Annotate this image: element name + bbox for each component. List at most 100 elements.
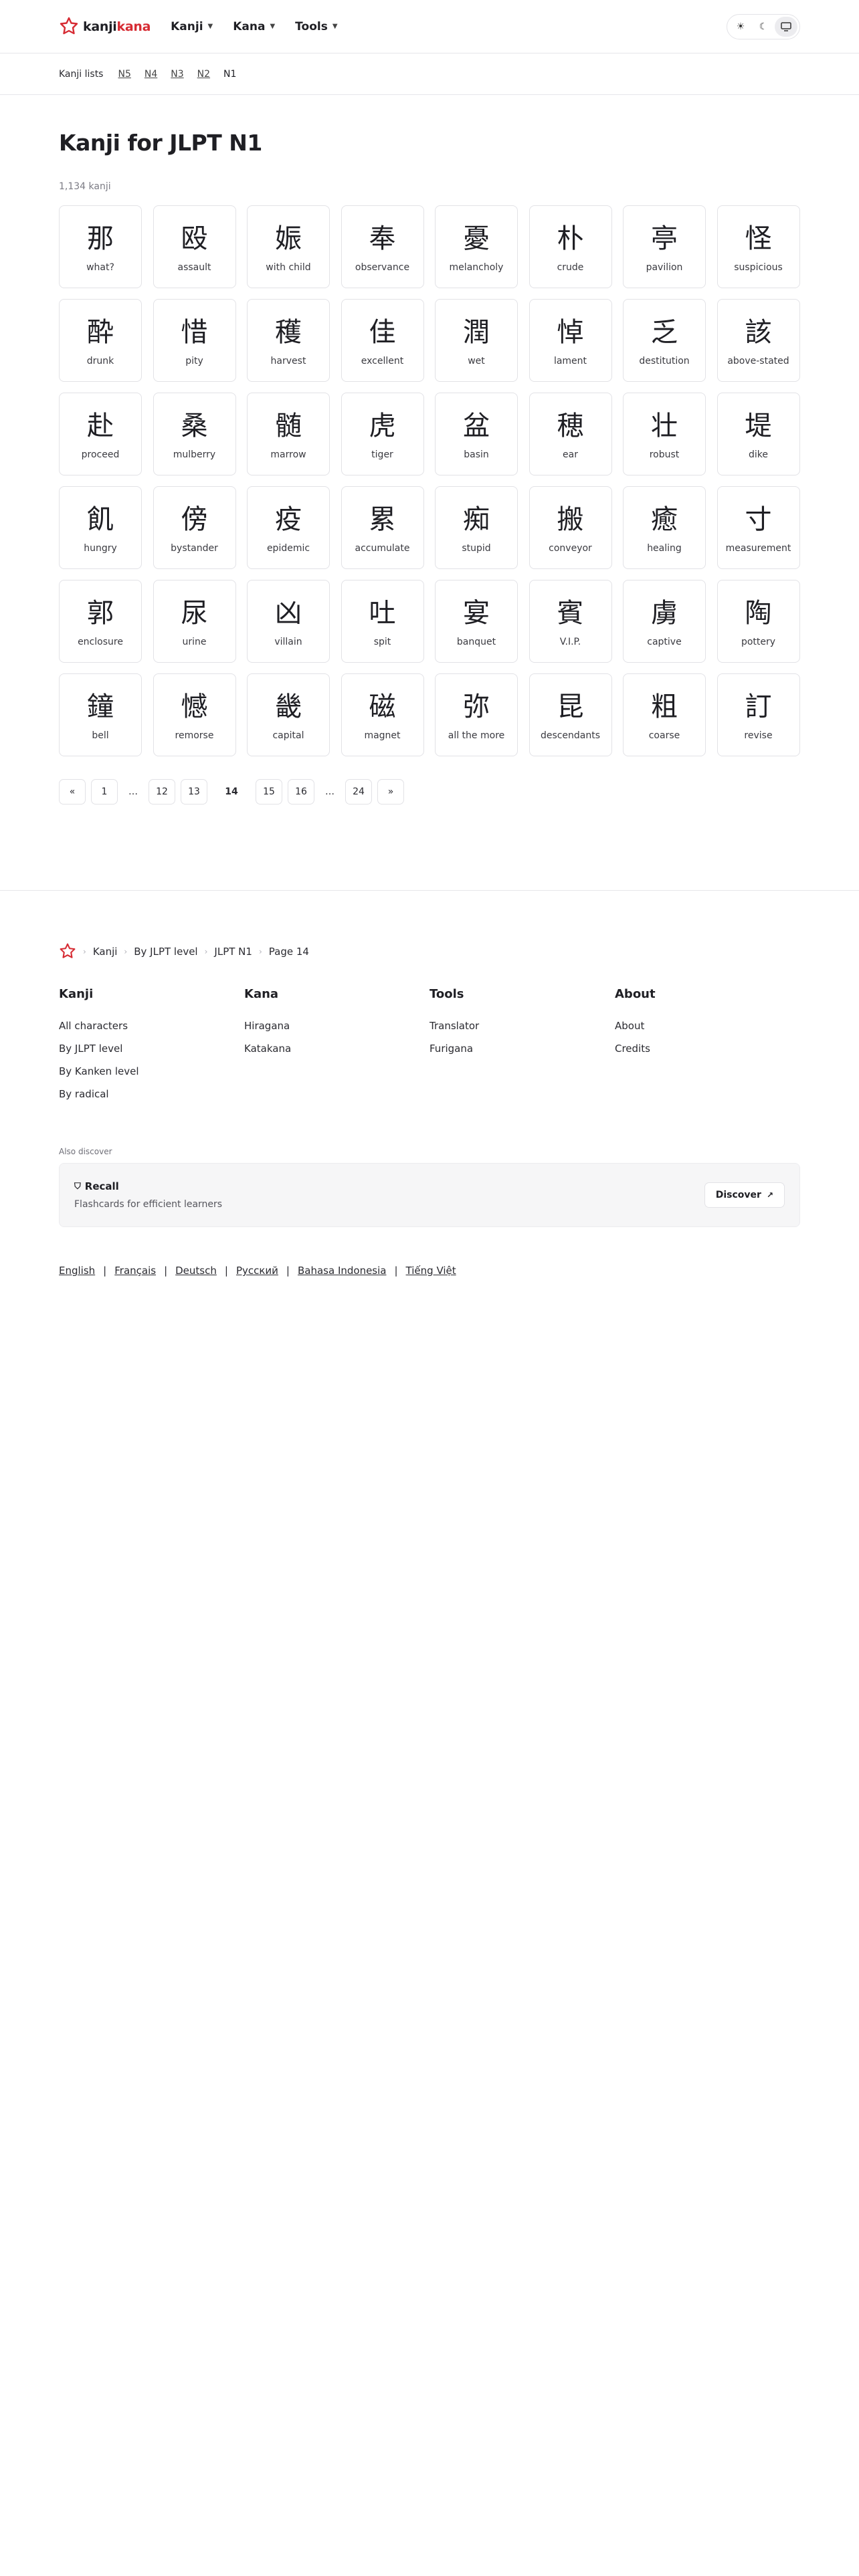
- footer-link[interactable]: Hiragana: [244, 1020, 430, 1032]
- moon-icon[interactable]: ☾: [752, 17, 775, 37]
- kanji-card[interactable]: 憾 remorse: [153, 673, 236, 756]
- kanji-card[interactable]: 虎 tiger: [341, 393, 424, 475]
- kanji-card[interactable]: 寸 measurement: [717, 486, 800, 569]
- chevron-down-icon: ▼: [270, 23, 276, 30]
- kanji-card[interactable]: 潤 wet: [435, 299, 518, 382]
- page-button[interactable]: 12: [149, 779, 175, 804]
- kanji-character: 赴: [87, 411, 114, 441]
- kanji-character: 憾: [181, 691, 208, 722]
- kanji-card[interactable]: 昆 descendants: [529, 673, 612, 756]
- jlpt-level-nav: Kanji lists N5 N4 N3 N2 N1: [0, 53, 859, 95]
- footer-link[interactable]: Furigana: [430, 1043, 615, 1055]
- nav-tools[interactable]: Tools ▼: [295, 20, 337, 33]
- breadcrumb-jlpt-level[interactable]: By JLPT level: [134, 946, 197, 958]
- kanji-card[interactable]: 該 above-stated: [717, 299, 800, 382]
- language-link[interactable]: Русский: [236, 1265, 278, 1277]
- kanji-card[interactable]: 佳 excellent: [341, 299, 424, 382]
- current-page: 14: [225, 786, 238, 797]
- kanji-meaning: stupid: [462, 543, 491, 554]
- kanji-card[interactable]: 宴 banquet: [435, 580, 518, 663]
- kanji-card[interactable]: 惜 pity: [153, 299, 236, 382]
- kanji-card[interactable]: 粗 coarse: [623, 673, 706, 756]
- kanji-card[interactable]: 尿 urine: [153, 580, 236, 663]
- kanji-meaning: proceed: [81, 449, 120, 460]
- kanji-character: 訂: [745, 691, 772, 722]
- kanji-card[interactable]: 桑 mulberry: [153, 393, 236, 475]
- kanji-card[interactable]: 畿 capital: [247, 673, 330, 756]
- kanji-card[interactable]: 訂 revise: [717, 673, 800, 756]
- kanji-card[interactable]: 赴 proceed: [59, 393, 142, 475]
- monitor-icon[interactable]: [775, 16, 797, 37]
- kanji-card[interactable]: 髄 marrow: [247, 393, 330, 475]
- kanji-card[interactable]: 郭 enclosure: [59, 580, 142, 663]
- kanji-card[interactable]: 盆 basin: [435, 393, 518, 475]
- kanji-card[interactable]: 壮 robust: [623, 393, 706, 475]
- page-button[interactable]: 16: [288, 779, 314, 804]
- footer-link[interactable]: By Kanken level: [59, 1065, 244, 1077]
- kanji-card[interactable]: 奉 observance: [341, 205, 424, 288]
- kanji-card[interactable]: 朴 crude: [529, 205, 612, 288]
- breadcrumb-jlpt-n1[interactable]: JLPT N1: [214, 946, 252, 958]
- level-link-n4[interactable]: N4: [145, 69, 157, 80]
- nav-kanji[interactable]: Kanji ▼: [171, 20, 213, 33]
- language-link[interactable]: Français: [114, 1265, 156, 1277]
- kanji-card[interactable]: 磁 magnet: [341, 673, 424, 756]
- kanji-card[interactable]: 癒 healing: [623, 486, 706, 569]
- level-link-n2[interactable]: N2: [197, 69, 210, 80]
- footer-link[interactable]: All characters: [59, 1020, 244, 1032]
- kanji-card[interactable]: 穫 harvest: [247, 299, 330, 382]
- kanji-card[interactable]: 吐 spit: [341, 580, 424, 663]
- kanji-card[interactable]: 娠 with child: [247, 205, 330, 288]
- kanji-card[interactable]: 傍 bystander: [153, 486, 236, 569]
- kanji-card[interactable]: 酔 drunk: [59, 299, 142, 382]
- logo[interactable]: kanjikana: [59, 17, 151, 37]
- kanji-card[interactable]: 陶 pottery: [717, 580, 800, 663]
- footer-link[interactable]: By radical: [59, 1088, 244, 1100]
- footer-link[interactable]: About: [615, 1020, 800, 1032]
- kanji-card[interactable]: 弥 all the more: [435, 673, 518, 756]
- kanji-card[interactable]: 累 accumulate: [341, 486, 424, 569]
- footer-column-title: Kanji: [59, 987, 94, 1001]
- page-button[interactable]: 1: [91, 779, 118, 804]
- kanji-card[interactable]: 乏 destitution: [623, 299, 706, 382]
- prev-page-button[interactable]: «: [59, 779, 86, 804]
- language-link[interactable]: Deutsch: [175, 1265, 217, 1277]
- nav-kana[interactable]: Kana ▼: [233, 20, 275, 33]
- footer-link[interactable]: Katakana: [244, 1043, 430, 1055]
- level-link-n5[interactable]: N5: [118, 69, 130, 80]
- language-link[interactable]: English: [59, 1265, 95, 1277]
- flower-logo-icon[interactable]: [59, 943, 76, 960]
- kanji-card[interactable]: 憂 melancholy: [435, 205, 518, 288]
- kanji-meaning: observance: [355, 262, 410, 273]
- kanji-card[interactable]: 凶 villain: [247, 580, 330, 663]
- page-button[interactable]: 24: [345, 779, 372, 804]
- sun-icon[interactable]: ☀: [729, 17, 752, 37]
- language-link[interactable]: Bahasa Indonesia: [298, 1265, 387, 1277]
- footer-link[interactable]: Translator: [430, 1020, 615, 1032]
- discover-button[interactable]: Discover ↗: [704, 1182, 785, 1208]
- page-button[interactable]: 13: [181, 779, 207, 804]
- breadcrumb-kanji[interactable]: Kanji: [93, 946, 118, 958]
- kanji-card[interactable]: 堤 dike: [717, 393, 800, 475]
- kanji-card[interactable]: 鐘 bell: [59, 673, 142, 756]
- kanji-card[interactable]: 痴 stupid: [435, 486, 518, 569]
- kanji-card[interactable]: 那 what?: [59, 205, 142, 288]
- footer-column-title: About: [615, 987, 656, 1001]
- page-button[interactable]: 15: [256, 779, 282, 804]
- kanji-card[interactable]: 疫 epidemic: [247, 486, 330, 569]
- footer-link[interactable]: By JLPT level: [59, 1043, 244, 1055]
- kanji-card[interactable]: 賓 V.I.P.: [529, 580, 612, 663]
- kanji-card[interactable]: 飢 hungry: [59, 486, 142, 569]
- kanji-card[interactable]: 虜 captive: [623, 580, 706, 663]
- kanji-card[interactable]: 穂 ear: [529, 393, 612, 475]
- level-link-n3[interactable]: N3: [171, 69, 183, 80]
- kanji-card[interactable]: 怪 suspicious: [717, 205, 800, 288]
- kanji-card[interactable]: 亭 pavilion: [623, 205, 706, 288]
- kanji-meaning: destitution: [639, 356, 690, 366]
- kanji-card[interactable]: 殴 assault: [153, 205, 236, 288]
- kanji-card[interactable]: 悼 lament: [529, 299, 612, 382]
- language-link[interactable]: Tiếng Việt: [406, 1265, 456, 1277]
- next-page-button[interactable]: »: [377, 779, 404, 804]
- kanji-card[interactable]: 搬 conveyor: [529, 486, 612, 569]
- footer-link[interactable]: Credits: [615, 1043, 800, 1055]
